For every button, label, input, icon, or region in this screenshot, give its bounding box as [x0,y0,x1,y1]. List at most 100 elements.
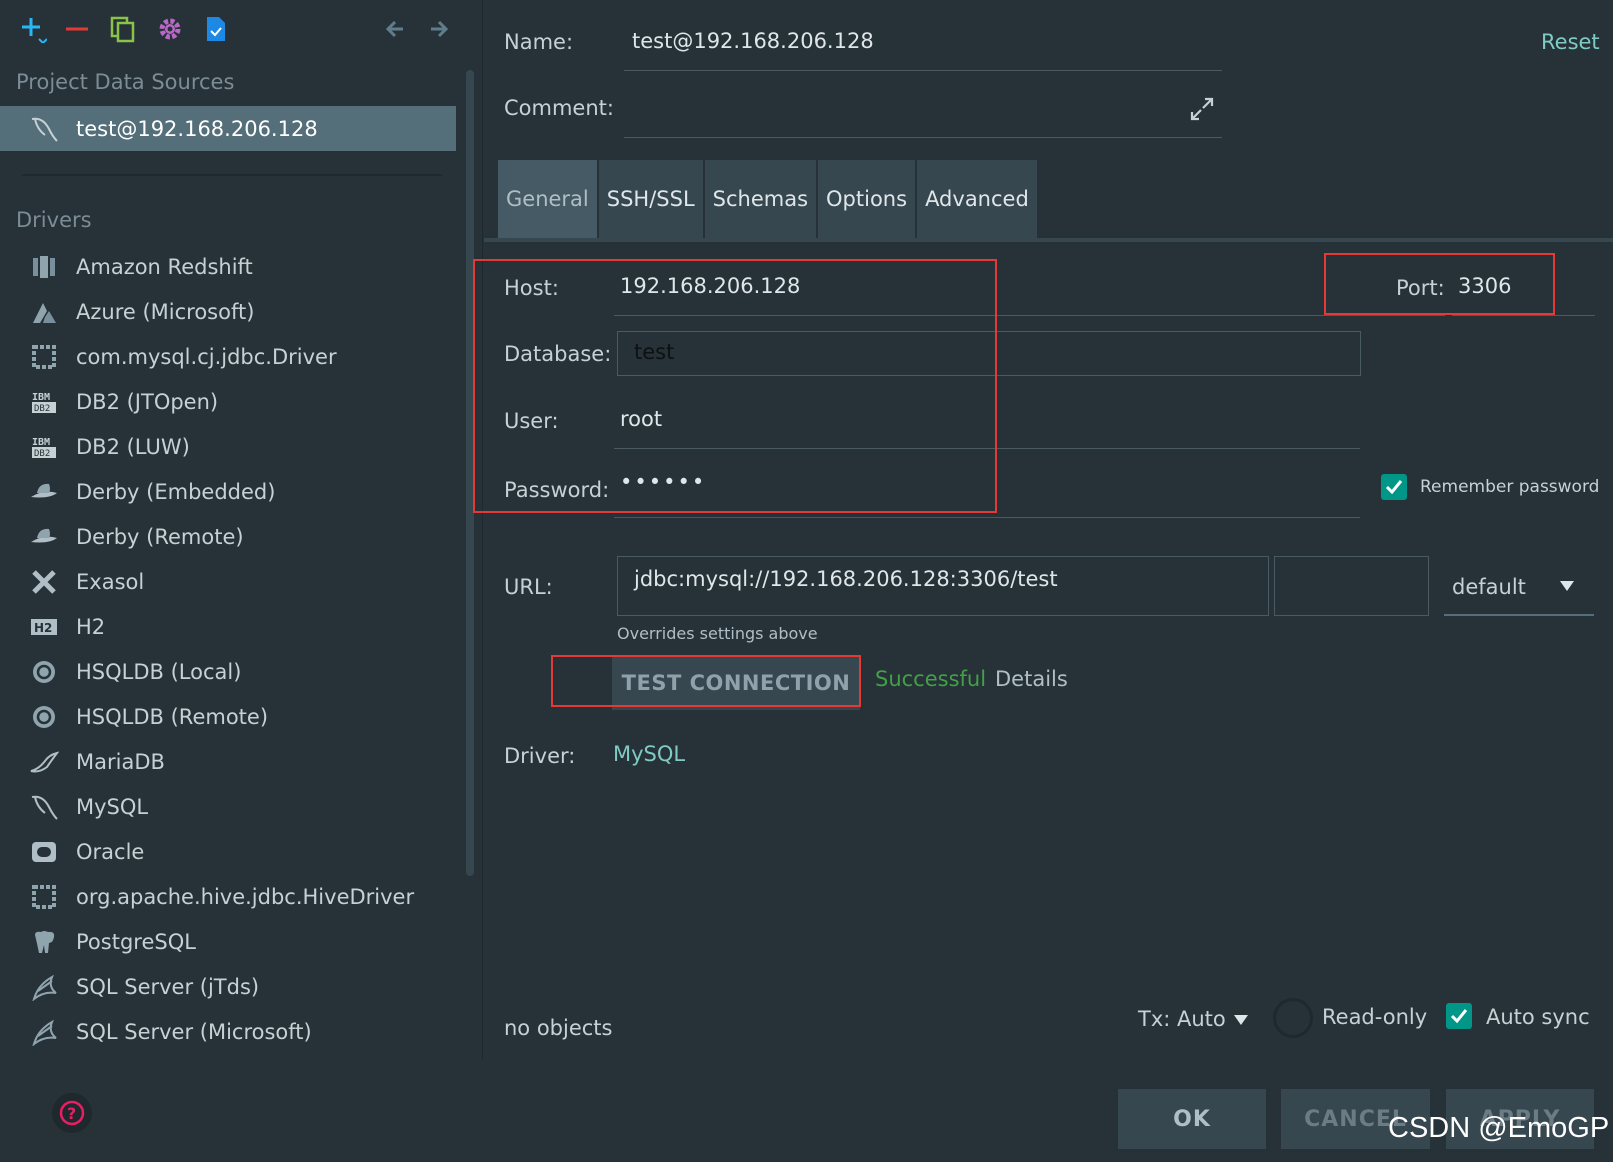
check-icon [1385,480,1403,495]
annotation-box-test-connection [551,655,861,707]
sources-toolbar [0,0,470,62]
read-only-checkbox[interactable] [1273,998,1313,1038]
derby-hat-icon [26,522,62,552]
driver-label: Derby (Remote) [76,524,244,549]
read-only-label: Read-only [1322,1005,1428,1029]
driver-item-db2-luw[interactable]: IBM DB2 DB2 (LUW) [0,424,460,469]
driver-item-sqlserver-jtds[interactable]: SQL Server (jTds) [0,964,460,1009]
data-source-item-selected[interactable]: test@192.168.206.128 [0,106,456,151]
help-icon[interactable]: ? [52,1093,92,1133]
driver-label: Exasol [76,569,145,594]
settings-icon[interactable] [155,14,185,44]
drivers-list: Amazon Redshift Azure (Microsoft) com.my… [0,244,460,1054]
test-status: Successful [875,667,987,691]
driver-item-mariadb[interactable]: MariaDB [0,739,460,784]
postgresql-elephant-icon [26,927,62,957]
details-link[interactable]: Details [995,667,1068,691]
redshift-icon [26,252,62,282]
driver-label: org.apache.hive.jdbc.HiveDriver [76,884,415,909]
driver-item-postgresql[interactable]: PostgreSQL [0,919,460,964]
svg-text:H2: H2 [34,621,52,635]
divider [22,174,442,176]
mysql-dolphin-icon [26,115,62,143]
driver-label: Azure (Microsoft) [76,299,255,324]
tab-ssh-ssl[interactable]: SSH/SSL [598,160,703,238]
driver-label: DB2 (JTOpen) [76,389,219,414]
hsqldb-icon [26,657,62,687]
tab-schemas[interactable]: Schemas [704,160,817,238]
remove-icon[interactable] [62,14,92,44]
ok-button[interactable]: OK [1118,1089,1266,1149]
panel-splitter[interactable] [482,0,483,1060]
driver-item-hsqldb-remote[interactable]: HSQLDB (Remote) [0,694,460,739]
tab-advanced[interactable]: Advanced [917,160,1037,238]
driver-item-hsqldb-local[interactable]: HSQLDB (Local) [0,649,460,694]
check-icon [1450,1009,1468,1024]
derby-hat-icon [26,477,62,507]
reset-link[interactable]: Reset [1541,30,1600,54]
url-mode-select[interactable]: default [1452,575,1526,599]
remember-password-label: Remember password [1420,477,1600,497]
driver-label: PostgreSQL [76,929,196,954]
tab-underline [484,238,1613,242]
driver-item-amazon-redshift[interactable]: Amazon Redshift [0,244,460,289]
svg-text:IBM: IBM [32,437,50,448]
ibm-db2-icon: IBM DB2 [26,387,62,417]
driver-item-mysql[interactable]: MySQL [0,784,460,829]
chevron-down-icon[interactable] [1558,578,1576,598]
drivers-heading: Drivers [16,208,92,232]
driver-item-azure[interactable]: Azure (Microsoft) [0,289,460,334]
driver-item-mysql-cj[interactable]: com.mysql.cj.jdbc.Driver [0,334,460,379]
tab-options[interactable]: Options [818,160,916,238]
remember-password-checkbox[interactable] [1381,474,1407,500]
annotation-box-port [1324,253,1555,315]
name-label: Name: [504,30,574,54]
svg-text:DB2: DB2 [34,404,50,414]
driver-label: com.mysql.cj.jdbc.Driver [76,344,337,369]
driver-item-hive[interactable]: org.apache.hive.jdbc.HiveDriver [0,874,460,919]
svg-text:DB2: DB2 [34,449,50,459]
generic-driver-icon [26,882,62,912]
name-field[interactable]: test@192.168.206.128 [632,29,874,53]
chevron-down-icon[interactable] [1232,1012,1250,1032]
url-label: URL: [504,575,553,599]
generic-driver-icon [26,342,62,372]
svg-text:IBM: IBM [32,392,50,403]
password-underline [614,517,1360,518]
data-source-label: test@192.168.206.128 [76,116,318,141]
ibm-db2-icon: IBM DB2 [26,432,62,462]
h2-icon: H2 [26,612,62,642]
add-icon[interactable] [18,14,48,44]
exasol-icon [26,567,62,597]
auto-sync-checkbox[interactable] [1446,1003,1472,1029]
back-arrow-icon[interactable] [380,14,410,44]
driver-item-derby-embedded[interactable]: Derby (Embedded) [0,469,460,514]
hsqldb-icon [26,702,62,732]
duplicate-icon[interactable] [108,14,138,44]
sqlserver-icon [26,972,62,1002]
tab-general[interactable]: General [498,160,597,238]
mariadb-icon [26,747,62,777]
driver-item-db2-jtopen[interactable]: IBM DB2 DB2 (JTOpen) [0,379,460,424]
azure-icon [26,297,62,327]
settings-tabs: General SSH/SSL Schemas Options Advanced [498,160,1039,238]
url-extra-field[interactable] [1274,556,1429,616]
driver-item-exasol[interactable]: Exasol [0,559,460,604]
driver-item-h2[interactable]: H2 H2 [0,604,460,649]
driver-item-oracle[interactable]: Oracle [0,829,460,874]
driver-label: HSQLDB (Local) [76,659,242,684]
expand-icon[interactable] [1189,96,1215,126]
comment-label: Comment: [504,96,614,120]
driver-label: H2 [76,614,106,639]
driver-item-sqlserver-microsoft[interactable]: SQL Server (Microsoft) [0,1009,460,1054]
url-field[interactable]: jdbc:mysql://192.168.206.128:3306/test [617,556,1269,616]
name-underline [624,70,1222,71]
import-icon[interactable] [201,14,231,44]
driver-label: Oracle [76,839,145,864]
driver-link[interactable]: MySQL [613,742,685,766]
driver-item-derby-remote[interactable]: Derby (Remote) [0,514,460,559]
url-value: jdbc:mysql://192.168.206.128:3306/test [634,567,1058,591]
forward-arrow-icon[interactable] [424,14,454,44]
tx-mode-select[interactable]: Tx: Auto [1138,1007,1226,1031]
watermark: CSDN @EmoGP [1388,1112,1610,1144]
